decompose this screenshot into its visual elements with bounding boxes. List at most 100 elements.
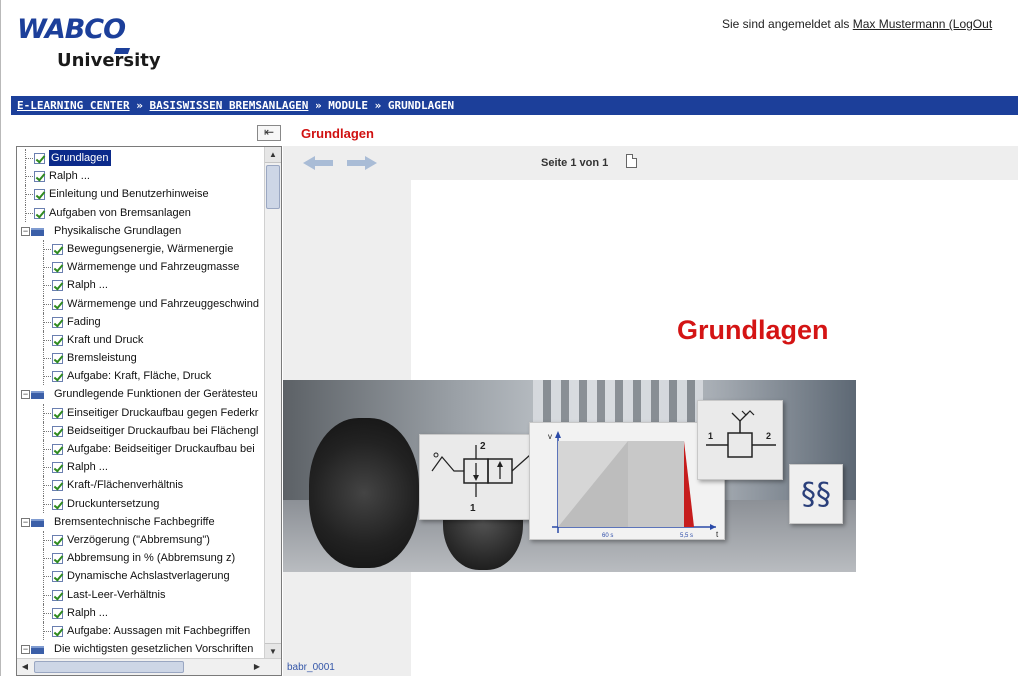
folder-glyph [31,646,44,655]
wabco-university-logo[interactable]: WABCO University [17,14,161,84]
arrow-left-icon[interactable] [303,156,335,170]
tree-item[interactable]: Einleitung und Benutzerhinweise [17,185,265,204]
checked-checkbox-icon [52,425,63,437]
content-area: Seite 1 von 1 Grundlagen 2 1 v t 60 s 5,… [283,146,1018,676]
checked-checkbox-icon [52,407,63,419]
banner-tire [309,418,419,568]
breadcrumb-separator: » [308,99,329,112]
checked-checkbox-icon [52,316,63,328]
tree-horizontal-scrollbar[interactable]: ◀ ▶ [17,658,281,675]
collapse-toggle-icon[interactable]: − [21,517,30,527]
checked-checkbox-icon [34,153,45,164]
tree-item[interactable]: Fading [17,312,265,331]
collapse-tree-button[interactable]: ⇤ [257,125,281,141]
law-symbol-card: §§ [789,464,843,524]
scroll-left-icon[interactable]: ◀ [17,659,33,675]
tree-item-label: Aufgabe: Beidseitiger Druckaufbau bei [67,443,255,455]
tree-item[interactable]: Ralph ... [17,167,265,186]
tree-item-label: Ralph ... [67,606,108,619]
tree-item-label: Beidseitiger Druckaufbau bei Flächengl [67,424,259,437]
scrollbar-thumb[interactable] [266,165,280,209]
tree-folder-item[interactable]: − Die wichtigsten gesetzlichen Vorschrift… [17,640,265,658]
paragraph-symbol: §§ [801,477,831,512]
arrow-right-icon[interactable] [345,156,377,170]
folder-icon[interactable]: − [21,644,44,655]
horizontal-scrollbar-thumb[interactable] [34,661,184,673]
tree-item-label: Wärmemenge und Fahrzeugmasse [67,261,240,274]
tree-item-label: Abbremsung in % (Abbremsung z) [67,552,236,565]
logout-link[interactable]: (LogOut [945,17,992,31]
tree-item[interactable]: Aufgabe: Aussagen mit Fachbegriffen [17,621,265,640]
tree-item[interactable]: Wärmemenge und Fahrzeuggeschwind [17,294,265,313]
graph-v-label: v [548,432,552,441]
tree-item-label: Kraft-/Flächenverhältnis [67,479,184,492]
course-tree: Grundlagen Ralph ... Einleitung und Benutz… [17,149,265,658]
tree-item[interactable]: Wärmemenge und Fahrzeugmasse [17,258,265,277]
scroll-down-icon[interactable]: ▼ [265,643,281,659]
tree-item[interactable]: Kraft-/Flächenverhältnis [17,476,265,495]
tree-item[interactable]: Aufgabe: Beidseitiger Druckaufbau bei [17,440,265,458]
scroll-up-icon[interactable]: ▲ [265,147,281,163]
breadcrumb-item-module: MODULE [328,99,369,112]
tree-item[interactable]: Verzögerung ("Abbremsung") [17,530,265,549]
checked-checkbox-icon [52,280,63,292]
tree-folder-item[interactable]: − Bremsentechnische Fachbegriffe [17,513,265,531]
collapse-toggle-icon[interactable]: − [21,226,30,236]
tree-item[interactable]: Beidseitiger Druckaufbau bei Flächengl [17,421,265,440]
tree-item[interactable]: Aufgaben von Bremsanlagen [17,203,265,222]
tree-item[interactable]: Kraft und Druck [17,330,265,349]
tree-item-label: Aufgaben von Bremsanlagen [49,206,191,219]
folder-glyph [31,227,44,236]
graph-t2-label: 5,5 s [680,533,693,539]
valve-port-2-label: 2 [766,431,771,441]
checked-checkbox-icon [52,262,63,274]
folder-glyph [31,391,44,400]
tree-item-label: Bremsentechnische Fachbegriffe [54,515,215,528]
tree-item[interactable]: Aufgabe: Kraft, Fläche, Druck [17,367,265,386]
checked-checkbox-icon [52,243,63,255]
page-frame: WABCO University Sie sind angemeldet als… [0,0,1018,676]
user-name-link[interactable]: Max Mustermann [853,17,946,31]
braking-graph-card: v t 60 s 5,5 s [529,422,725,540]
tree-item-label: Fading [67,315,101,328]
tree-item[interactable]: Ralph ... [17,603,265,622]
collapse-toggle-icon[interactable]: − [21,390,30,400]
folder-icon[interactable]: − [21,389,44,400]
folder-icon[interactable]: − [21,226,44,236]
breadcrumb-item-elearning-center[interactable]: E-LEARNING CENTER [17,99,130,112]
slide-reference-code: babr_0001 [287,662,335,673]
tree-folder-item[interactable]: − Physikalische Grundlagen [17,222,265,240]
slide-banner-image: 2 1 v t 60 s 5,5 s 1 2 §§ [283,380,856,572]
checked-checkbox-icon [34,189,45,201]
tree-item[interactable]: Last-Leer-Verhältnis [17,585,265,604]
breadcrumb-item-basiswissen[interactable]: BASISWISSEN BREMSANLAGEN [149,99,308,112]
tree-item-label: Grundlegende Funktionen der Gerätesteu [54,388,258,401]
logo-university-text: University [57,50,161,71]
tree-item[interactable]: Abbremsung in % (Abbremsung z) [17,549,265,568]
tree-item-label: Grundlagen [49,150,111,166]
tree-folder-item[interactable]: − Grundlegende Funktionen der Gerätesteu [17,385,265,403]
tree-item-label: Wärmemenge und Fahrzeuggeschwind [67,297,259,310]
tree-item[interactable]: Bremsleistung [17,349,265,368]
symbol-port-1-label: 1 [470,503,476,514]
checked-checkbox-icon [52,625,63,637]
tree-item-label: Physikalische Grundlagen [54,224,182,237]
tree-vertical-scrollbar[interactable]: ▲ ▼ [264,147,281,659]
tree-item[interactable]: Druckuntersetzung [17,494,265,513]
breadcrumb: E-LEARNING CENTER » BASISWISSEN BREMSANL… [11,96,1018,115]
collapse-toggle-icon[interactable]: − [21,645,30,655]
checked-checkbox-icon [52,589,63,601]
tree-item-label: Aufgabe: Kraft, Fläche, Druck [67,370,212,383]
tree-item[interactable]: Ralph ... [17,276,265,295]
page-icon[interactable] [626,154,637,168]
tree-item[interactable]: Bewegungsenergie, Wärmenergie [17,239,265,258]
breadcrumb-separator: » [129,99,150,112]
page-toolbar: Seite 1 von 1 [411,146,1018,180]
tree-item[interactable]: Einseitiger Druckaufbau gegen Federkr [17,403,265,422]
folder-icon[interactable]: − [21,517,44,527]
tree-item[interactable]: Grundlagen [17,149,265,167]
scroll-right-icon[interactable]: ▶ [249,659,265,675]
tree-item[interactable]: Ralph ... [17,458,265,477]
checked-checkbox-icon [34,207,45,219]
tree-item[interactable]: Dynamische Achslastverlagerung [17,567,265,586]
